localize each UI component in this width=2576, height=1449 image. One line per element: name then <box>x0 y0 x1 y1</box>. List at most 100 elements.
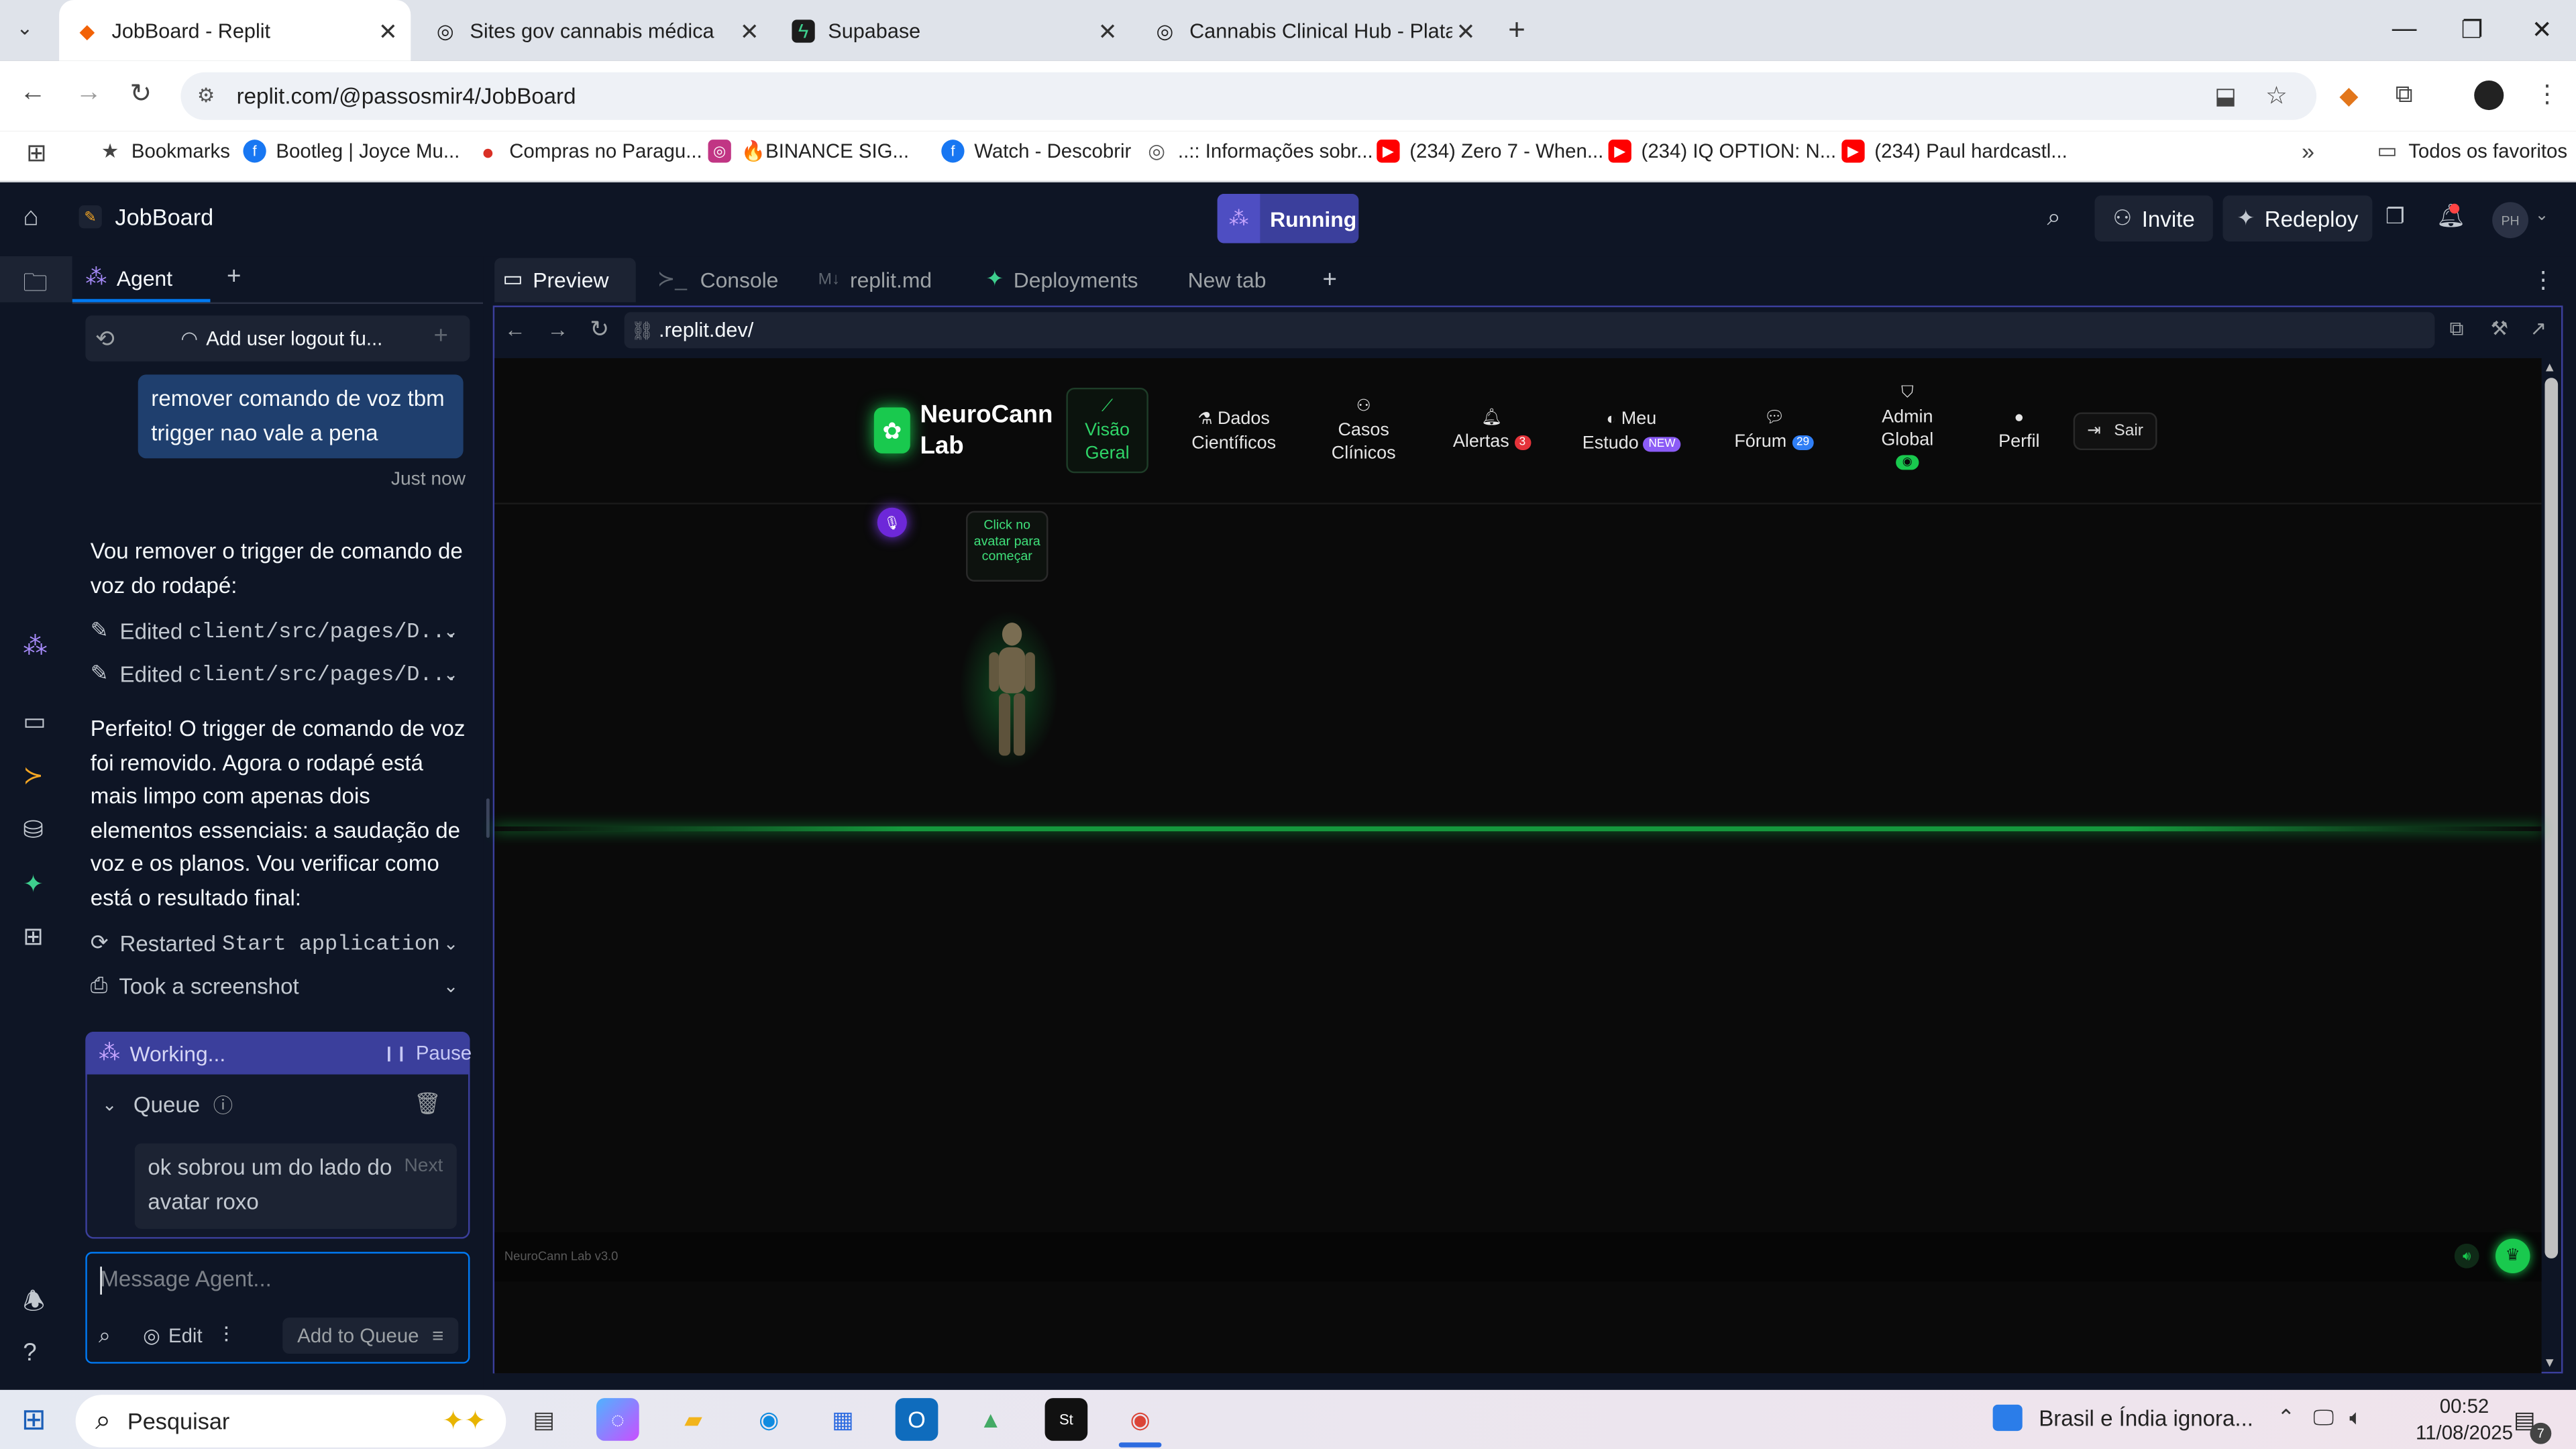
nav-meu-estudo[interactable]: ◐ Meu Estudo NEW <box>1577 407 1686 455</box>
network-icon[interactable]: 🖵︎ <box>2313 1405 2334 1431</box>
window-close-icon[interactable]: ✕ <box>2532 15 2553 44</box>
avatar-3d-figure[interactable] <box>959 608 1059 772</box>
database-icon[interactable]: ⛁ <box>23 815 44 845</box>
nav-alertas[interactable]: 🔔︎ Alertas 3 <box>1446 407 1538 453</box>
pause-button[interactable]: ❙❙ Pause <box>383 1042 472 1065</box>
browser-tab-jobboard[interactable]: ◆ JobBoard - Replit ✕ <box>59 0 411 61</box>
checkpoint-title[interactable]: ◠ Add user logout fu... <box>180 327 382 350</box>
settings-sliders-icon[interactable]: ⫶ <box>223 1322 229 1348</box>
devtools-icon[interactable]: ⚒ <box>2491 317 2508 340</box>
taskbar-search[interactable]: ⌕ Pesquisar ✦✦ <box>75 1395 506 1448</box>
bookmark-item[interactable]: ● Compras no Paragu... <box>476 139 702 164</box>
bookmark-item[interactable]: f Watch - Descobrir <box>941 140 1131 163</box>
nav-dados-cientificos[interactable]: ⚗ Dados Científicos <box>1183 407 1285 455</box>
devices-icon[interactable]: ⧉ <box>2449 317 2463 342</box>
avatar[interactable]: PH <box>2492 202 2529 239</box>
attach-icon[interactable]: ⌕ <box>99 1322 111 1348</box>
news-widget[interactable]: Brasil e Índia ignora... <box>1992 1404 2253 1432</box>
queue-header[interactable]: ⌄ Queue ⓘ <box>102 1091 233 1119</box>
tray-chevron-icon[interactable]: ⌃ <box>2277 1405 2295 1431</box>
file-explorer-icon[interactable]: ▰ <box>672 1398 715 1441</box>
close-icon[interactable]: ✕ <box>378 18 398 46</box>
tab-console[interactable]: ≻_ Console <box>657 256 779 303</box>
bookmark-item[interactable]: ◎..:: Informações sobr... <box>1145 140 1373 162</box>
clock[interactable]: 00:52 11/08/2025 <box>2415 1395 2514 1444</box>
metamask-icon[interactable]: ◆ <box>2339 80 2358 110</box>
stake-icon[interactable]: St <box>1044 1398 1088 1441</box>
browser-tab-cannabis-hub[interactable]: ◎ Cannabis Clinical Hub - Platafo ✕ <box>1137 0 1489 61</box>
open-new-window-icon[interactable]: ↗ <box>2530 317 2546 340</box>
redeploy-button[interactable]: ✦ Redeploy <box>2222 195 2373 242</box>
site-info-icon[interactable]: ⚙ <box>197 84 215 107</box>
nav-admin-global[interactable]: ⛉ Admin Global ◉ <box>1870 383 1945 470</box>
tab-new[interactable]: New tab <box>1188 256 1267 303</box>
panel-resize-handle[interactable] <box>486 798 490 838</box>
close-icon[interactable]: ✕ <box>1456 18 1475 46</box>
all-tools-icon[interactable]: ⊞ <box>23 922 44 951</box>
restarted-row[interactable]: ⟳ Restarted Start application ⌄ <box>91 930 468 956</box>
app-logo-text[interactable]: NeuroCann Lab <box>920 399 1065 462</box>
star-icon[interactable]: ☆ <box>2265 80 2288 110</box>
install-icon[interactable]: ⬓ <box>2214 82 2236 110</box>
help-icon[interactable]: ? <box>23 1339 36 1367</box>
edited-file-row[interactable]: ✎ Edited client/src/pages/D... ⌄ <box>91 618 468 644</box>
minimize-icon[interactable]: — <box>2392 15 2417 43</box>
tab-replit-md[interactable]: M↓ replit.md <box>818 256 932 303</box>
tab-search-icon[interactable]: ⌄ <box>16 16 33 39</box>
forward-icon[interactable]: → <box>76 79 102 109</box>
reload-icon[interactable]: ↻ <box>129 77 152 110</box>
nav-casos-clinicos[interactable]: ⚇ Casos Clínicos <box>1328 396 1400 465</box>
back-icon[interactable]: ← <box>19 79 46 109</box>
files-icon[interactable]: 🗀︎ <box>23 266 48 307</box>
chevron-down-icon[interactable]: ⌄ <box>443 975 459 996</box>
bookmark-item[interactable]: ▶ (234) Paul hardcastl... <box>1841 140 2068 163</box>
preview-rail-icon[interactable]: ▭ <box>23 706 46 737</box>
task-view-icon[interactable]: ▤ <box>523 1398 566 1441</box>
new-tab-button[interactable]: + <box>1508 13 1525 48</box>
edit-mode-button[interactable]: ◎ Edit <box>143 1324 203 1347</box>
crown-icon[interactable]: ♛ <box>2496 1238 2530 1273</box>
chevron-down-icon[interactable]: ⌄ <box>443 620 459 641</box>
preview-back-icon[interactable]: ← <box>504 317 526 342</box>
volume-icon[interactable]: 🔈︎ <box>2349 1405 2362 1431</box>
deploy-rail-icon[interactable]: ✦ <box>23 869 44 899</box>
run-status-button[interactable]: ⁂ Running <box>1217 193 1359 244</box>
volume-icon[interactable]: 🔊︎ <box>2454 1243 2479 1269</box>
new-chat-button[interactable]: + <box>434 322 448 350</box>
project-name[interactable]: ✎ JobBoard <box>78 204 213 230</box>
logout-button[interactable]: ⇥ Sair <box>2073 412 2157 451</box>
profile-avatar[interactable] <box>2474 80 2504 111</box>
edge-icon[interactable]: ◉ <box>747 1398 790 1441</box>
bookmark-item[interactable]: ▶ (234) Zero 7 - When... <box>1377 140 1603 163</box>
bookmark-item[interactable]: ★ Bookmarks <box>99 140 230 162</box>
preview-forward-icon[interactable]: → <box>547 317 569 342</box>
chevron-down-icon[interactable]: ⌄ <box>443 932 459 953</box>
alert-bell-icon[interactable]: 🕭︎ <box>23 1285 45 1326</box>
bookmark-item[interactable]: ▶ (234) IQ OPTION: N... <box>1608 140 1836 163</box>
trash-icon[interactable]: 🗑︎ <box>414 1091 441 1117</box>
extensions-icon[interactable]: ⧉ <box>2396 80 2413 109</box>
all-bookmarks[interactable]: ▭ Todos os favoritos <box>2375 138 2567 163</box>
add-tab-button[interactable]: + <box>227 263 241 291</box>
preview-url[interactable]: ⛓ .replit.dev/ <box>631 319 753 341</box>
add-to-queue-button[interactable]: Add to Queue ≡ <box>282 1318 459 1354</box>
history-icon[interactable]: ⟲ <box>95 325 115 354</box>
agent-rail-icon[interactable]: ⁂ <box>23 631 48 661</box>
tab-preview[interactable]: ▭ Preview <box>502 256 608 303</box>
apps-grid-icon[interactable]: ⊞ <box>26 138 47 168</box>
nav-perfil[interactable]: ● Perfil <box>1988 407 2050 453</box>
bookmark-item[interactable]: f Bootleg | Joyce Mu... <box>243 140 460 163</box>
chrome-icon[interactable]: ◉ <box>1119 1398 1162 1441</box>
info-icon[interactable]: ⓘ <box>213 1091 233 1119</box>
search-icon[interactable]: ⌕ <box>2047 204 2061 232</box>
windows-start-icon[interactable]: ⊞ <box>21 1403 46 1437</box>
app-arc-icon[interactable]: ▲ <box>969 1398 1012 1441</box>
multiplayer-icon[interactable]: ❐ <box>2385 204 2405 230</box>
shell-icon[interactable]: ≻ <box>23 761 44 790</box>
preview-url-bar[interactable] <box>624 312 2435 349</box>
restore-icon[interactable]: ❐ <box>2461 15 2483 44</box>
bookmark-item[interactable]: ◎ 🔥BINANCE SIG... <box>708 140 909 163</box>
copilot-icon[interactable]: ◌ <box>596 1398 639 1441</box>
scroll-down-icon[interactable]: ▼ <box>2543 1355 2556 1370</box>
nav-forum[interactable]: 💬︎ Fórum 29 <box>1728 407 1820 453</box>
